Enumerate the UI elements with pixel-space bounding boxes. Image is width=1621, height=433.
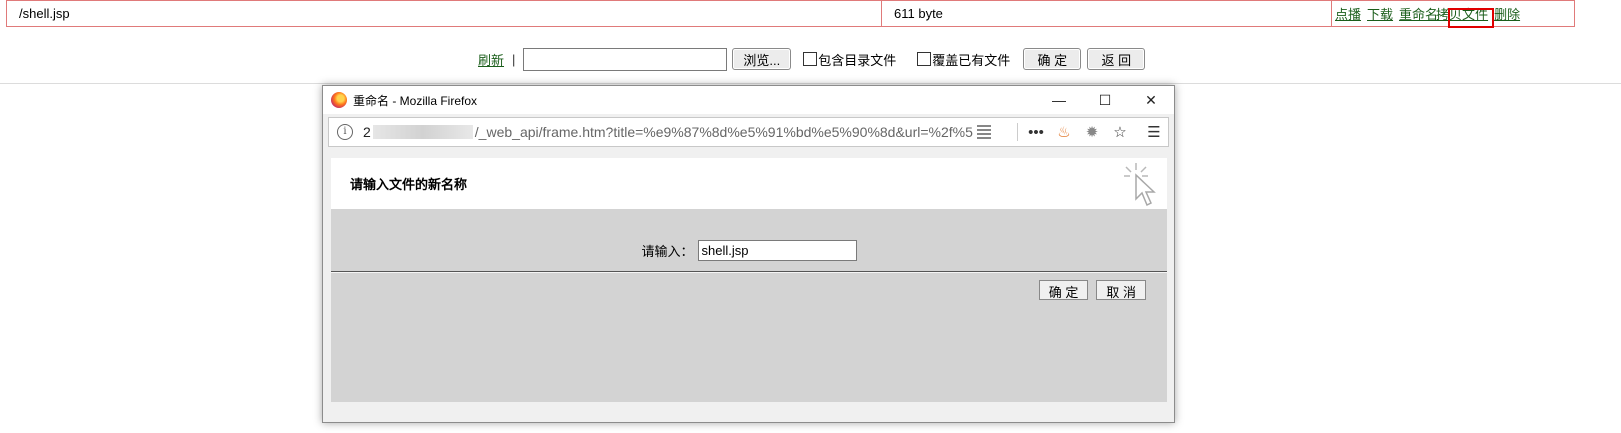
rename-popup-window: 重命名 - Mozilla Firefox — ☐ ✕ i 2 /_web_ap… [322, 85, 1175, 423]
url-path: /_web_api/frame.htm?title=%e9%87%8d%e5%9… [474, 124, 973, 140]
java-icon[interactable]: ♨ [1050, 123, 1078, 141]
upload-path-input[interactable] [523, 47, 728, 71]
minimize-icon[interactable]: — [1036, 86, 1082, 114]
firefox-logo-icon [331, 92, 347, 108]
new-name-label: 请输入： [641, 244, 694, 259]
rename-form: 请输入： [331, 240, 1167, 261]
back-button[interactable]: 返 回 [1087, 48, 1146, 70]
page-title: 请输入文件的新名称 [350, 177, 468, 192]
url-bar[interactable]: i 2 /_web_api/frame.htm?title=%e9%87%8d%… [328, 117, 1169, 147]
url-host: 2 [363, 124, 371, 140]
dialog-buttons: 确 定 取 消 [1038, 280, 1146, 300]
table-row: /shell.jsp 611 byte 点播 下载 重命名拷贝文件 删除 [6, 0, 1575, 27]
content-header: 请输入文件的新名称 [331, 158, 1167, 209]
window-title: 重命名 - Mozilla Firefox [353, 93, 478, 108]
new-name-input[interactable] [697, 240, 857, 261]
overwrite-label: 覆盖已有文件 [932, 52, 1011, 68]
url-redacted [372, 125, 473, 139]
confirm-upload-button[interactable]: 确 定 [1023, 48, 1082, 70]
include-dirs-label: 包含目录文件 [818, 52, 897, 68]
file-size: 611 byte [881, 0, 1332, 27]
upload-toolbar: 刷新 | 浏览... 包含目录文件 覆盖已有文件 确 定 返 回 [478, 47, 1146, 71]
window-controls: — ☐ ✕ [1036, 86, 1174, 114]
include-dirs-option[interactable]: 包含目录文件 [803, 50, 896, 69]
file-name: /shell.jsp [6, 0, 882, 27]
play-link[interactable]: 点播 [1335, 7, 1361, 22]
delete-link[interactable]: 删除 [1494, 7, 1520, 22]
cancel-button[interactable]: 取 消 [1096, 280, 1146, 300]
bug-icon[interactable]: ✹ [1078, 123, 1106, 141]
page-divider [0, 83, 1621, 84]
download-link[interactable]: 下载 [1367, 7, 1393, 22]
overwrite-option[interactable]: 覆盖已有文件 [917, 50, 1010, 69]
close-icon[interactable]: ✕ [1128, 86, 1174, 114]
maximize-icon[interactable]: ☐ [1082, 86, 1128, 114]
more-actions-icon[interactable]: ••• [1022, 124, 1050, 141]
file-table: /shell.jsp 611 byte 点播 下载 重命名拷贝文件 删除 [6, 0, 1575, 27]
refresh-link[interactable]: 刷新 [478, 50, 504, 69]
ok-button[interactable]: 确 定 [1038, 280, 1089, 300]
rename-highlight [1448, 8, 1494, 28]
bookmark-star-icon[interactable]: ☆ [1106, 123, 1134, 141]
overwrite-checkbox[interactable] [917, 52, 932, 66]
window-titlebar[interactable]: 重命名 - Mozilla Firefox — ☐ ✕ [323, 86, 1174, 114]
qr-code-icon[interactable] [976, 125, 991, 139]
toolbar-separator: | [512, 51, 516, 67]
rename-link[interactable]: 重命名 [1399, 7, 1438, 22]
cursor-click-icon [1124, 163, 1156, 207]
urlbar-actions: ••• ♨ ✹ ☆ ☰ [1013, 123, 1168, 141]
browse-button[interactable]: 浏览... [732, 48, 792, 70]
menu-icon[interactable]: ☰ [1140, 123, 1168, 141]
info-icon[interactable]: i [337, 124, 353, 140]
include-dirs-checkbox[interactable] [803, 52, 818, 66]
popup-content: 请输入文件的新名称 请输入： 确 定 取 消 [331, 158, 1167, 402]
